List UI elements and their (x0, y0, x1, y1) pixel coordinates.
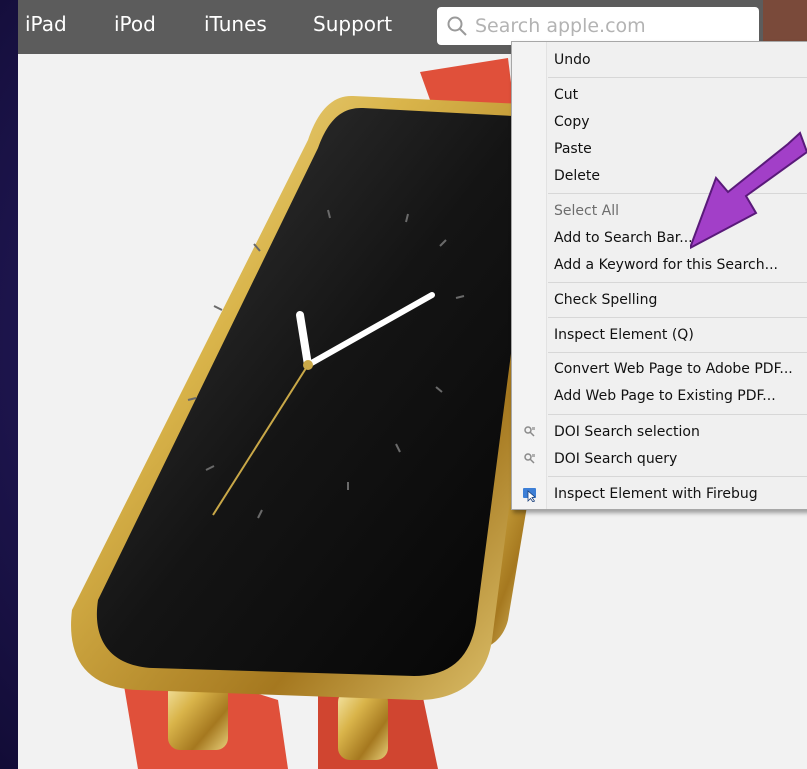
menu-item-add-to-existing-pdf[interactable]: Add Web Page to Existing PDF... (554, 388, 776, 404)
search-input[interactable]: Search apple.com (437, 7, 759, 45)
menu-item-convert-to-pdf[interactable]: Convert Web Page to Adobe PDF... (554, 361, 793, 377)
menu-separator (548, 317, 807, 318)
nav-ipad[interactable]: iPad (25, 12, 67, 36)
menu-item-doi-search-query[interactable]: DOI Search query (554, 451, 677, 467)
menu-separator (548, 282, 807, 283)
menu-item-delete[interactable]: Delete (554, 168, 600, 184)
menu-item-check-spelling[interactable]: Check Spelling (554, 292, 657, 308)
menu-item-cut[interactable]: Cut (554, 87, 578, 103)
menu-item-add-to-search-bar[interactable]: Add to Search Bar... (554, 230, 693, 246)
menu-item-doi-search-selection[interactable]: DOI Search selection (554, 424, 700, 440)
search-placeholder: Search apple.com (475, 15, 646, 37)
purple-arrow-icon (690, 131, 807, 250)
menu-separator (548, 352, 807, 353)
menu-item-paste[interactable]: Paste (554, 141, 592, 157)
menu-item-inspect-element[interactable]: Inspect Element (Q) (554, 327, 694, 343)
menu-item-add-keyword[interactable]: Add a Keyword for this Search... (554, 257, 778, 273)
menu-separator (548, 414, 807, 415)
menu-item-select-all: Select All (554, 203, 619, 219)
menu-item-undo[interactable]: Undo (554, 52, 591, 68)
search-icon (447, 16, 467, 36)
doi-icon (524, 453, 535, 464)
firebug-icon (523, 488, 536, 502)
nav-ipod[interactable]: iPod (114, 12, 156, 36)
menu-separator (548, 77, 807, 78)
doi-icon (524, 426, 535, 437)
nav-support[interactable]: Support (313, 12, 392, 36)
menu-item-copy[interactable]: Copy (554, 114, 590, 130)
nav-itunes[interactable]: iTunes (204, 12, 267, 36)
menu-item-inspect-with-firebug[interactable]: Inspect Element with Firebug (554, 486, 758, 502)
menu-separator (548, 476, 807, 477)
